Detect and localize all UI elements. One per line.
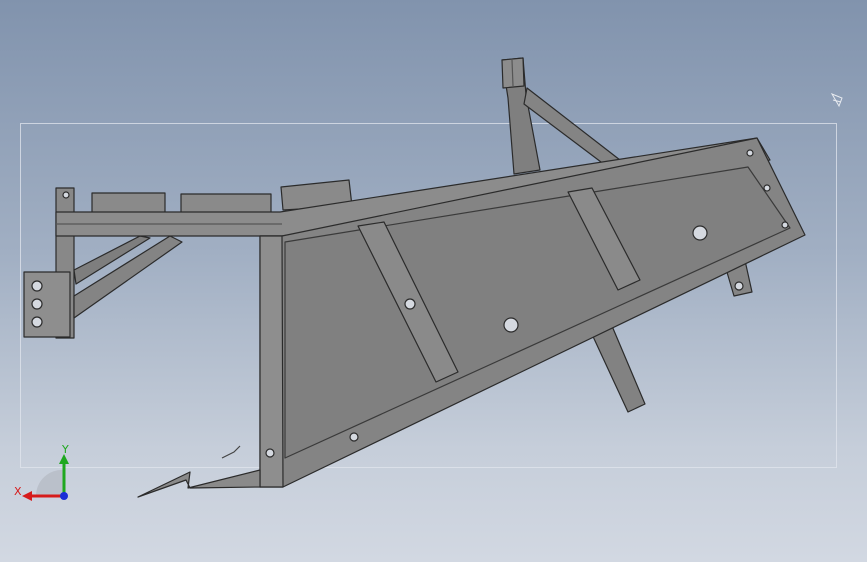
x-axis-label: X [14, 485, 22, 498]
upper-brace [523, 87, 621, 166]
left-bracket [23, 271, 71, 338]
top-plate-2 [180, 193, 272, 214]
coordinate-triad: Y X [14, 443, 69, 501]
frame-model[interactable] [0, 0, 867, 562]
graphics-viewport[interactable]: Y X [0, 0, 867, 562]
lower-strut [589, 325, 646, 413]
bottom-fin [137, 469, 261, 498]
y-axis-label: Y [61, 443, 69, 456]
top-plate-1 [91, 192, 166, 214]
view-orientation-icon[interactable] [829, 90, 845, 110]
